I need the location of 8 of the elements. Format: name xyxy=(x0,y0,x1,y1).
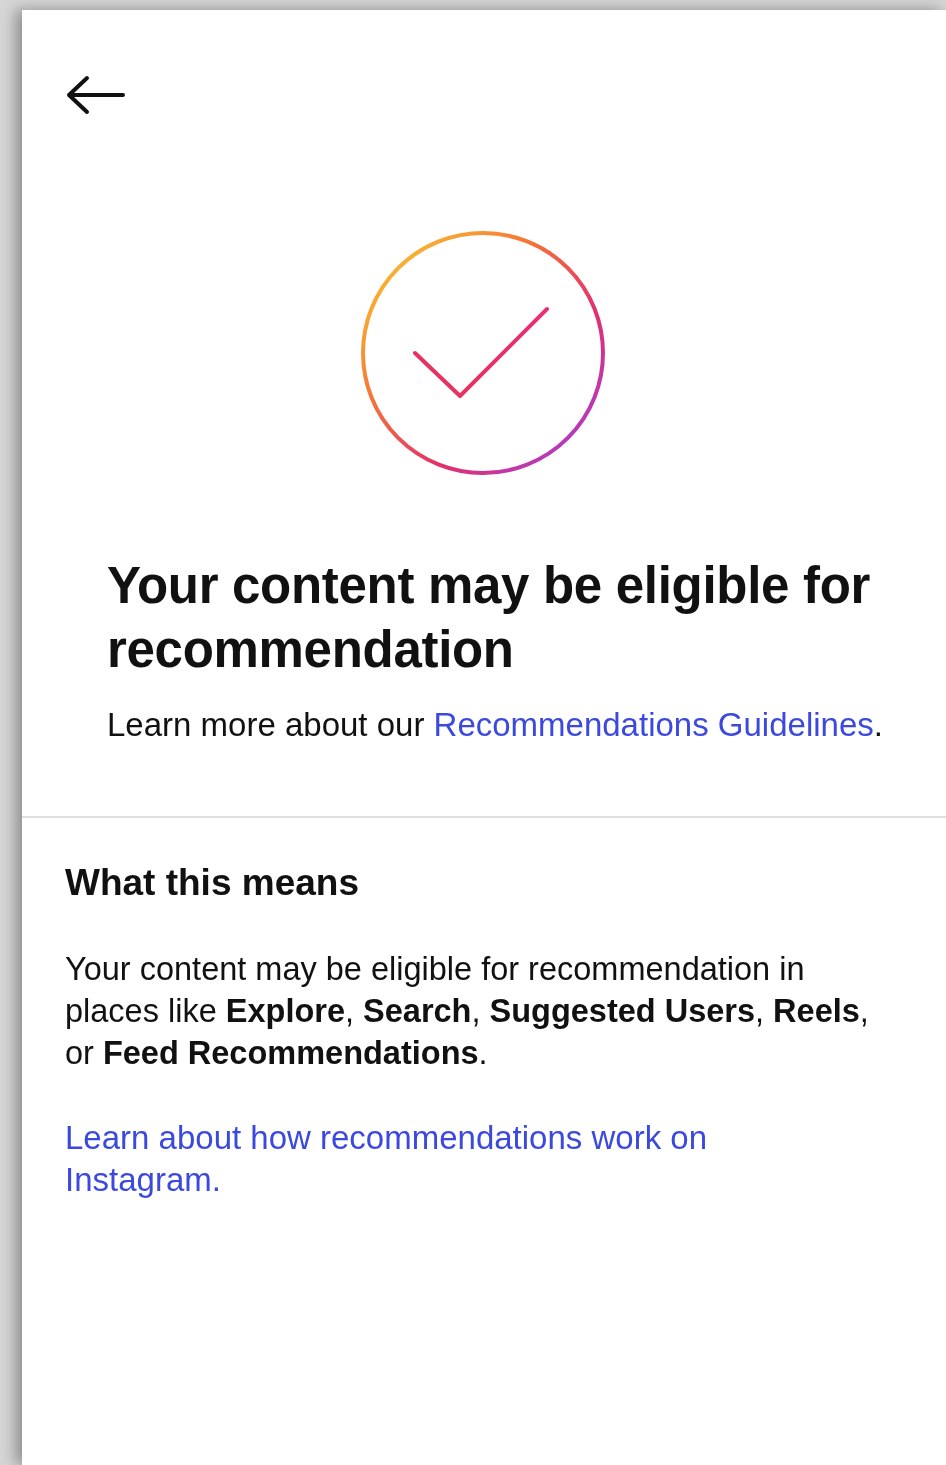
check-circle-icon xyxy=(360,230,606,476)
guidelines-text: Learn more about our Recommendations Guidelines. xyxy=(107,705,884,745)
eligibility-title: Your content may be eligible for recommendation xyxy=(107,556,872,680)
back-icon[interactable] xyxy=(65,75,125,115)
section-heading: What this means xyxy=(65,861,360,905)
guidelines-link[interactable]: Recommendations Guidelines xyxy=(433,706,874,743)
section-body: Your content may be eligible for recommendation in places like Explore, Search, Suggested Users, Reels, or Feed Recommendations. xyxy=(65,950,870,1073)
learn-more-link[interactable]: Learn about how recommendations work on Instagram. xyxy=(65,1117,805,1201)
